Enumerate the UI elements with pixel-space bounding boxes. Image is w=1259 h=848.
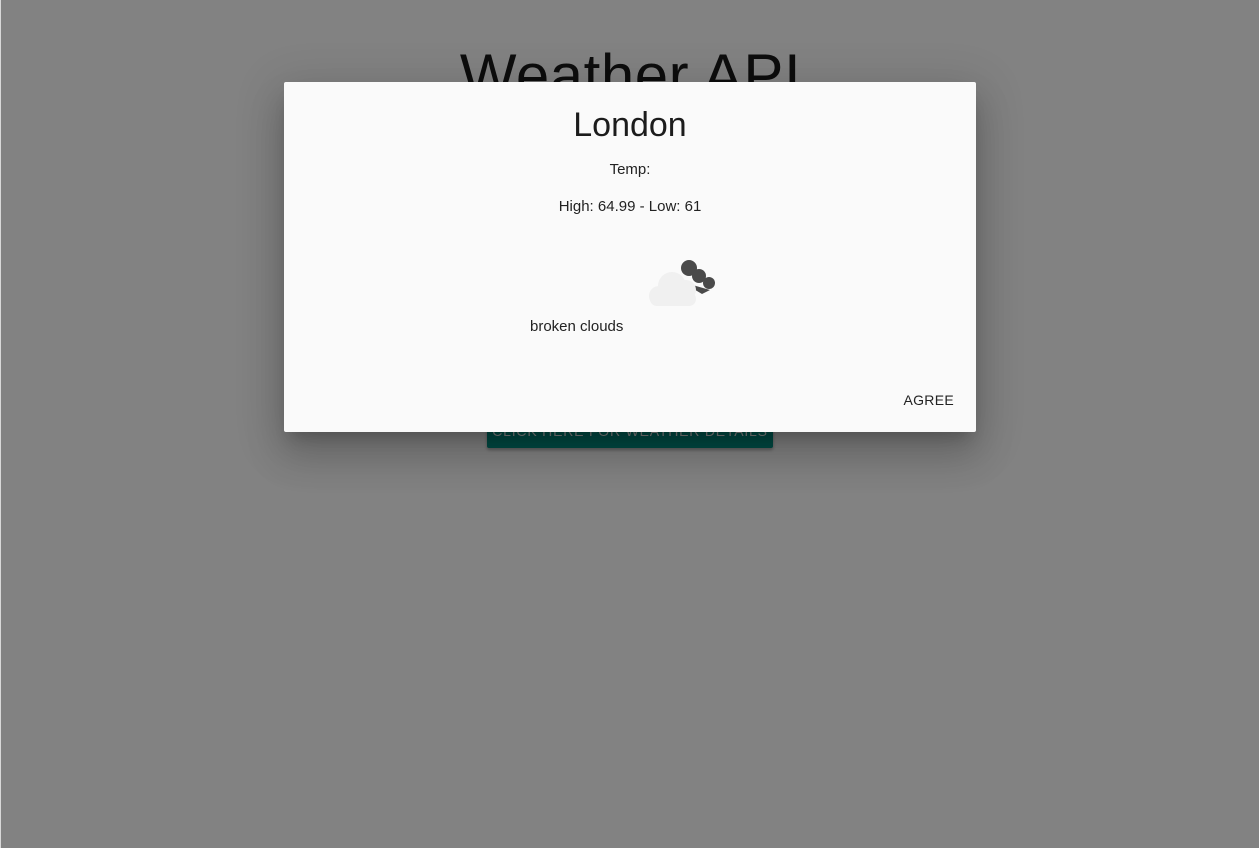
- temp-label: Temp:: [609, 161, 651, 178]
- agree-button[interactable]: AGREE: [895, 382, 962, 418]
- temp-range: High: 64.99 - Low: 61: [558, 198, 702, 215]
- page: Weather API CLICK HERE FOR WEATHER DETAI…: [0, 0, 1259, 848]
- broken-clouds-icon: [649, 260, 715, 306]
- weather-dialog: London Temp: High: 64.99 - Low: 61 broke…: [284, 82, 976, 432]
- weather-description: broken clouds: [530, 318, 624, 335]
- city-name: London: [573, 106, 687, 144]
